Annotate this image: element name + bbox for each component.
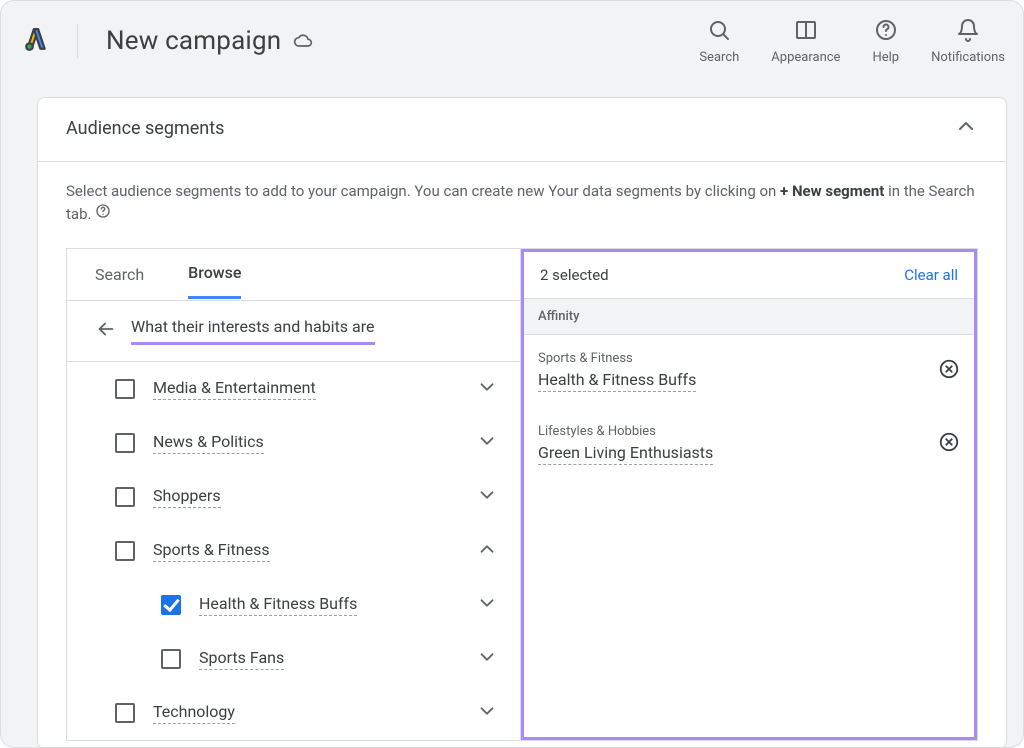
- selected-header: 2 selected Clear all: [524, 252, 974, 299]
- remove-button[interactable]: [938, 431, 960, 457]
- app-bar: New campaign Search Appearance Help N: [1, 1, 1023, 81]
- category-row[interactable]: Technology: [67, 686, 520, 740]
- category-checkbox[interactable]: [115, 433, 135, 453]
- category-checkbox[interactable]: [115, 379, 135, 399]
- chevron-down-icon[interactable]: [476, 376, 498, 402]
- subcategory-checkbox[interactable]: [161, 649, 181, 669]
- selected-count: 2 selected: [540, 266, 609, 284]
- selected-item: Sports & Fitness Health & Fitness Buffs: [524, 335, 974, 408]
- category-row[interactable]: Media & Entertainment: [67, 362, 520, 416]
- category-label: Media & Entertainment: [153, 378, 316, 400]
- chevron-down-icon[interactable]: [476, 484, 498, 510]
- app-bar-left: New campaign: [23, 24, 313, 58]
- help-icon: [874, 18, 898, 46]
- category-checkbox[interactable]: [115, 541, 135, 561]
- close-circle-icon: [938, 438, 960, 457]
- selected-list: Sports & Fitness Health & Fitness Buffs Li…: [524, 335, 974, 481]
- search-icon: [707, 18, 731, 46]
- tab-browse[interactable]: Browse: [188, 249, 241, 299]
- tab-search[interactable]: Search: [95, 251, 144, 298]
- appearance-icon: [794, 18, 818, 46]
- subcategory-checkbox[interactable]: [161, 595, 181, 615]
- subcategory-row[interactable]: Health & Fitness Buffs: [67, 578, 520, 632]
- subcategory-label: Health & Fitness Buffs: [199, 594, 357, 616]
- help-label: Help: [872, 50, 899, 65]
- chevron-up-icon[interactable]: [476, 538, 498, 564]
- chevron-down-icon[interactable]: [476, 646, 498, 672]
- subcategory-row[interactable]: Sports Fans: [67, 632, 520, 686]
- selected-column: 2 selected Clear all Affinity Sports & F…: [521, 249, 977, 740]
- browse-columns: Search Browse What their interests and h…: [66, 248, 978, 741]
- category-row[interactable]: News & Politics: [67, 416, 520, 470]
- selected-item-path: Lifestyles & Hobbies: [538, 424, 713, 439]
- category-row[interactable]: Sports & Fitness: [67, 524, 520, 578]
- selected-group-label: Affinity: [524, 299, 974, 335]
- selected-item-info: Sports & Fitness Health & Fitness Buffs: [538, 351, 696, 392]
- category-checkbox[interactable]: [115, 703, 135, 723]
- clear-all-button[interactable]: Clear all: [904, 266, 958, 284]
- chevron-down-icon[interactable]: [476, 700, 498, 726]
- browse-breadcrumb-row: What their interests and habits are: [67, 301, 520, 362]
- helper-pre: Select audience segments to add to your …: [66, 182, 780, 200]
- appearance-button[interactable]: Appearance: [771, 18, 840, 65]
- selected-item-name: Health & Fitness Buffs: [538, 370, 696, 392]
- arrow-left-icon: [95, 318, 117, 340]
- selected-item-path: Sports & Fitness: [538, 351, 696, 366]
- selected-item: Lifestyles & Hobbies Green Living Enthusi…: [524, 408, 974, 481]
- helper-bold: + New segment: [780, 182, 884, 200]
- audience-card: Audience segments Select audience segmen…: [37, 97, 1007, 748]
- brand-logo-icon: [23, 26, 49, 56]
- browse-left-column: Search Browse What their interests and h…: [67, 249, 521, 740]
- cloud-status-icon: [293, 31, 313, 51]
- category-label: Shoppers: [153, 486, 221, 508]
- category-label: Sports & Fitness: [153, 540, 270, 562]
- category-label: Technology: [153, 702, 235, 724]
- notifications-button[interactable]: Notifications: [931, 18, 1005, 65]
- help-tooltip-icon[interactable]: [95, 205, 111, 223]
- category-checkbox[interactable]: [115, 487, 135, 507]
- card-title: Audience segments: [66, 118, 224, 139]
- chevron-down-icon[interactable]: [476, 430, 498, 456]
- bell-icon: [956, 18, 980, 46]
- selected-item-name: Green Living Enthusiasts: [538, 443, 713, 465]
- close-circle-icon: [938, 365, 960, 384]
- browse-tabs: Search Browse: [67, 249, 520, 301]
- category-list: Media & Entertainment News & Politics Shop…: [67, 362, 520, 740]
- card-header-row[interactable]: Audience segments: [38, 98, 1006, 162]
- help-button[interactable]: Help: [872, 18, 899, 65]
- category-label: News & Politics: [153, 432, 264, 454]
- search-label: Search: [699, 50, 739, 65]
- breadcrumb-text: What their interests and habits are: [131, 317, 375, 345]
- back-button[interactable]: [95, 318, 117, 344]
- divider: [77, 24, 78, 58]
- app-bar-tools: Search Appearance Help Notifications: [699, 18, 1005, 65]
- page-title: New campaign: [106, 26, 313, 56]
- subcategory-label: Sports Fans: [199, 648, 284, 670]
- collapse-icon: [954, 114, 978, 143]
- selected-item-info: Lifestyles & Hobbies Green Living Enthusi…: [538, 424, 713, 465]
- appearance-label: Appearance: [771, 50, 840, 65]
- helper-text: Select audience segments to add to your …: [38, 162, 1006, 248]
- search-button[interactable]: Search: [699, 18, 739, 65]
- category-row[interactable]: Shoppers: [67, 470, 520, 524]
- remove-button[interactable]: [938, 358, 960, 384]
- chevron-down-icon[interactable]: [476, 592, 498, 618]
- notifications-label: Notifications: [931, 50, 1005, 65]
- page-title-text: New campaign: [106, 26, 281, 56]
- app-frame: New campaign Search Appearance Help N: [0, 0, 1024, 748]
